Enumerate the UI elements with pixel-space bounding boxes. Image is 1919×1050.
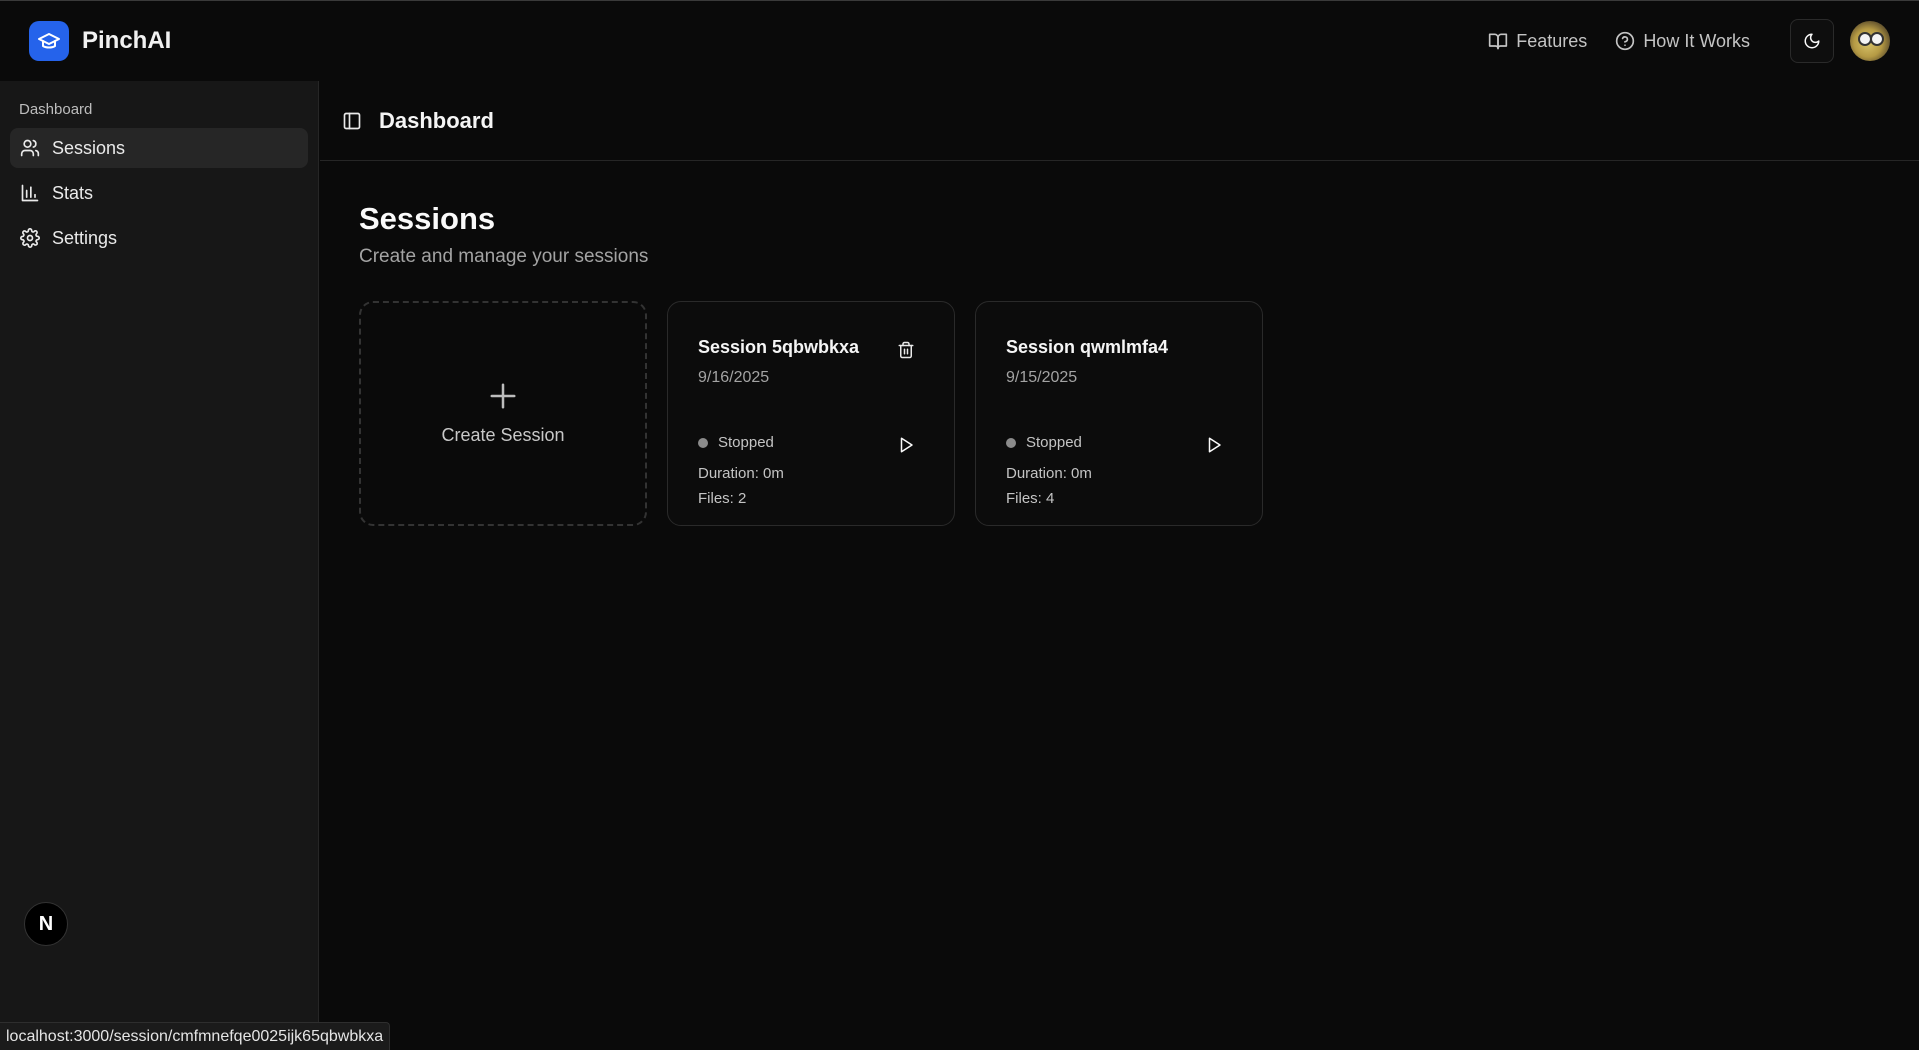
play-icon xyxy=(1208,437,1221,453)
sidebar-item-sessions[interactable]: Sessions xyxy=(10,128,308,168)
how-it-works-link[interactable]: How It Works xyxy=(1615,31,1750,52)
page-title: Sessions xyxy=(359,201,496,236)
play-icon xyxy=(900,437,913,453)
session-card[interactable]: Session qwmlmfa4 9/15/2025 Stopped Durat… xyxy=(975,301,1263,526)
status-bar-url: localhost:3000/session/cmfmnefqe0025ijk6… xyxy=(0,1022,391,1050)
gear-icon xyxy=(20,228,40,248)
users-icon xyxy=(20,139,40,157)
trash-icon xyxy=(898,341,914,359)
sidebar-item-label: Sessions xyxy=(52,137,126,158)
brand[interactable]: PinchAI xyxy=(29,21,171,61)
start-session-button[interactable] xyxy=(892,431,920,459)
how-it-works-label: How It Works xyxy=(1643,30,1750,51)
main-header: Dashboard xyxy=(320,81,1919,161)
theme-toggle-button[interactable] xyxy=(1790,19,1834,63)
sidebar-item-settings[interactable]: Settings xyxy=(10,218,308,258)
sidebar-item-label: Settings xyxy=(52,227,118,248)
session-status: Stopped xyxy=(1006,434,1082,451)
features-label: Features xyxy=(1516,30,1588,51)
graduation-cap-icon xyxy=(29,21,69,61)
features-link[interactable]: Features xyxy=(1488,31,1587,52)
session-duration: Duration: 0m xyxy=(1006,465,1092,482)
page-subtitle: Create and manage your sessions xyxy=(359,246,649,267)
sidebar-item-label: Stats xyxy=(52,182,94,203)
create-session-label: Create Session xyxy=(441,425,565,445)
start-session-button[interactable] xyxy=(1200,431,1228,459)
top-navbar: PinchAI Features How It Works xyxy=(0,0,1919,81)
help-circle-icon xyxy=(1616,31,1635,51)
create-session-card[interactable]: Create Session xyxy=(359,301,647,526)
status-dot xyxy=(1006,437,1016,448)
session-card[interactable]: Session 5qbwbkxa 9/16/2025 Stopped Durat… xyxy=(667,301,955,526)
brand-name: PinchAI xyxy=(82,27,172,54)
sidebar-section-label: Dashboard xyxy=(19,101,93,118)
bar-chart-icon xyxy=(21,184,39,202)
delete-session-button[interactable] xyxy=(892,336,920,364)
header-title: Dashboard xyxy=(379,107,494,133)
session-name: Session 5qbwbkxa xyxy=(698,337,860,357)
session-name: Session qwmlmfa4 xyxy=(1006,337,1169,357)
status-label: Stopped xyxy=(1026,434,1082,451)
session-status: Stopped xyxy=(698,434,774,451)
nextjs-dev-badge[interactable]: N xyxy=(24,902,68,946)
session-date: 9/15/2025 xyxy=(1006,369,1078,386)
status-label: Stopped xyxy=(718,434,774,451)
moon-icon xyxy=(1804,33,1820,49)
session-date: 9/16/2025 xyxy=(698,369,770,386)
sidebar-item-stats[interactable]: Stats xyxy=(10,173,308,213)
session-duration: Duration: 0m xyxy=(698,465,784,482)
plus-icon xyxy=(490,383,516,409)
status-dot xyxy=(698,437,708,448)
avatar[interactable] xyxy=(1850,21,1890,61)
session-files: Files: 2 xyxy=(698,490,747,507)
sidebar-toggle-icon[interactable] xyxy=(342,111,362,131)
book-open-icon xyxy=(1489,33,1508,50)
session-files: Files: 4 xyxy=(1006,490,1055,507)
